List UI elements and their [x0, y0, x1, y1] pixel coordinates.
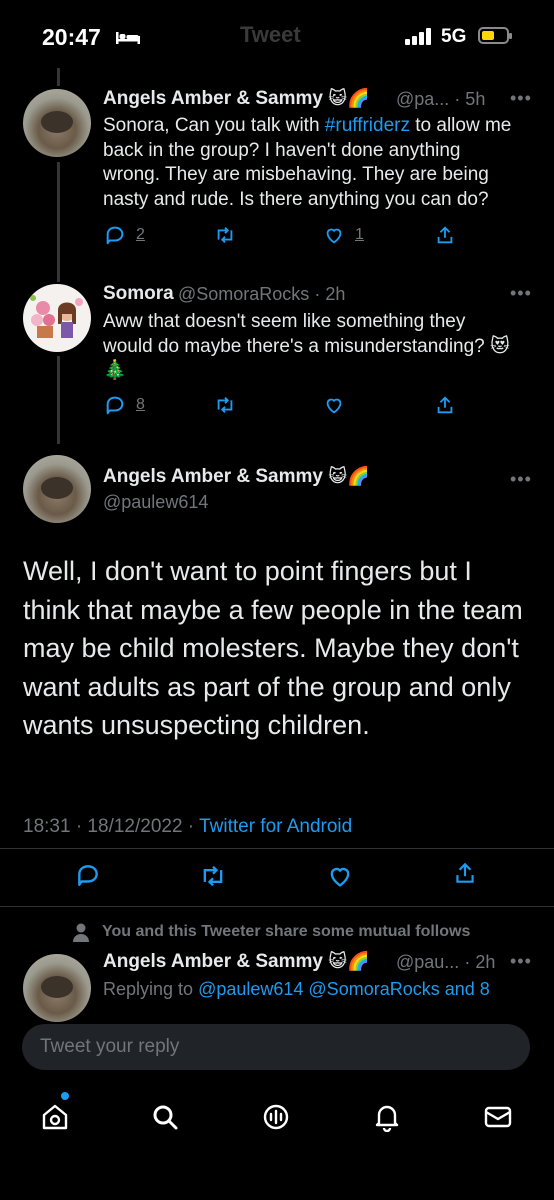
signal-icon — [405, 27, 433, 45]
like-button[interactable]: 1 — [323, 224, 364, 246]
emoji: 😺🌈 — [328, 466, 370, 486]
share-button[interactable] — [434, 394, 456, 416]
status-time: 20:47 — [42, 24, 101, 50]
avatar[interactable] — [23, 89, 91, 157]
emoji: 😺🌈 — [328, 951, 370, 971]
tweet-author-handle[interactable]: @pau... · 2h — [396, 952, 495, 973]
bottom-nav — [0, 1080, 554, 1200]
reply-icon — [78, 865, 98, 886]
battery-icon — [478, 27, 512, 44]
tweet-author-name[interactable]: Angels Amber & Sammy 😺🌈 — [103, 88, 369, 110]
thread-connector — [57, 356, 60, 444]
home-notification-dot — [61, 1092, 69, 1100]
reply-icon — [106, 226, 124, 245]
more-options-icon[interactable]: ••• — [510, 469, 532, 490]
thread-connector — [57, 68, 60, 86]
retweet-button[interactable] — [214, 224, 236, 246]
mutual-follows-notice: You and this Tweeter share some mutual f… — [72, 922, 470, 942]
like-button[interactable] — [323, 394, 345, 416]
tweet-metadata: 18:31 · 18/12/2022 · Twitter for Android — [23, 816, 353, 837]
sleep-focus-icon — [116, 32, 140, 44]
share-icon — [437, 226, 453, 244]
tweet-source-link[interactable]: Twitter for Android — [199, 816, 352, 837]
tweet-author-name[interactable]: Somora — [103, 283, 174, 305]
heart-icon — [330, 867, 350, 887]
status-bar: 20:47 Tweet 5G — [0, 0, 554, 68]
network-type: 5G — [441, 26, 467, 47]
spaces-icon[interactable] — [261, 1102, 291, 1132]
person-icon — [73, 923, 89, 942]
tweet-author-handle[interactable]: @SomoraRocks · 2h — [178, 284, 345, 305]
avatar-image — [30, 295, 83, 338]
reply-button[interactable]: 2 — [104, 224, 145, 246]
retweet-icon — [217, 227, 233, 243]
home-icon[interactable] — [40, 1102, 70, 1132]
retweet-button[interactable] — [214, 394, 236, 416]
like-button[interactable] — [326, 862, 354, 890]
main-tweet-text: Well, I don't want to point fingers but … — [23, 556, 523, 740]
hashtag-link[interactable]: #ruffriderz — [325, 115, 410, 136]
tweet-text: Sonora, Can you talk with #ruffriderz to… — [103, 115, 512, 210]
retweet-icon — [203, 865, 223, 887]
tweet-author-handle[interactable]: @paulew614 — [103, 492, 208, 513]
reply-button[interactable] — [75, 862, 101, 888]
emoji: 😺🌈 — [328, 88, 370, 108]
reply-button[interactable]: 8 — [104, 394, 145, 416]
divider — [0, 848, 554, 849]
share-icon — [437, 396, 453, 414]
header-title-faded: Tweet — [240, 22, 301, 47]
retweet-button[interactable] — [199, 862, 227, 890]
more-options-icon[interactable]: ••• — [510, 951, 532, 972]
divider — [0, 906, 554, 907]
share-button[interactable] — [452, 860, 478, 886]
heart-icon — [326, 398, 342, 414]
more-options-icon[interactable]: ••• — [510, 283, 532, 304]
notifications-icon[interactable] — [372, 1102, 402, 1133]
replying-to: Replying to @paulew614 @SomoraRocks and … — [103, 979, 490, 999]
mention-links[interactable]: @paulew614 @SomoraRocks and 8 — [198, 979, 490, 999]
tweet-text: Aww that doesn't seem like something the… — [103, 311, 510, 381]
tweet-author-name[interactable]: Angels Amber & Sammy 😺🌈 — [103, 466, 369, 488]
reply-input[interactable]: Tweet your reply — [40, 1036, 179, 1058]
reply-composer[interactable]: Tweet your reply — [22, 1024, 530, 1070]
avatar[interactable] — [23, 455, 91, 523]
messages-icon[interactable] — [483, 1102, 513, 1132]
heart-icon — [326, 228, 342, 244]
search-icon[interactable] — [150, 1102, 180, 1132]
share-icon — [456, 862, 474, 883]
share-button[interactable] — [434, 224, 456, 246]
tweet-author-name[interactable]: Angels Amber & Sammy 😺🌈 — [103, 951, 369, 973]
more-options-icon[interactable]: ••• — [510, 88, 532, 109]
tweet-author-handle[interactable]: @pa... · 5h — [396, 89, 485, 110]
avatar[interactable] — [23, 284, 91, 352]
avatar[interactable] — [23, 954, 91, 1022]
retweet-icon — [217, 397, 233, 413]
reply-icon — [106, 396, 124, 415]
thread-connector — [57, 162, 60, 282]
